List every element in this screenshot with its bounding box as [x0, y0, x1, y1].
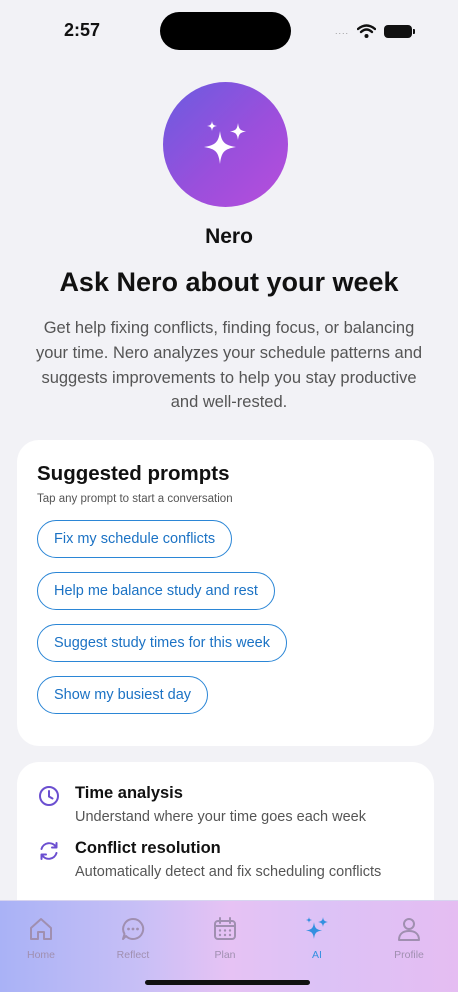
ai-assistant-screen: 2:57 .... Nero Ask Nero about your week …: [0, 0, 458, 992]
prompt-busiest-day[interactable]: Show my busiest day: [37, 676, 209, 714]
suggested-prompts-card: Suggested prompts Tap any prompt to star…: [17, 440, 434, 746]
suggested-prompts-hint: Tap any prompt to start a conversation: [37, 493, 233, 505]
tab-label: Reflect: [116, 949, 150, 961]
tab-label: Plan: [214, 949, 236, 961]
sparkles-icon: [306, 917, 328, 939]
status-time: 2:57: [64, 20, 101, 40]
tab-label: Profile: [394, 949, 424, 961]
suggested-prompts-title: Suggested prompts: [37, 462, 230, 485]
refresh-icon: [40, 842, 58, 860]
person-icon: [398, 918, 420, 941]
prompt-balance-study-rest[interactable]: Help me balance study and rest: [37, 572, 275, 610]
home-icon: [30, 918, 52, 940]
tab-bar: Home Reflect Plan AI Profile: [0, 900, 458, 992]
feature-title: Time analysis: [75, 784, 183, 802]
feature-description: Automatically detect and fix scheduling …: [75, 864, 382, 880]
status-bar: 2:57 ....: [0, 0, 458, 62]
tab-reflect[interactable]: Reflect: [98, 915, 168, 961]
dynamic-island: [160, 12, 291, 50]
assistant-name: Nero: [205, 225, 253, 248]
clock-icon: [39, 786, 59, 806]
status-icons: ....: [334, 24, 415, 38]
tab-label: Home: [26, 949, 55, 961]
wifi-icon: [357, 24, 376, 38]
feature-conflict-resolution: Conflict resolution Automatically detect…: [37, 839, 414, 880]
chat-bubble-icon: [122, 917, 145, 940]
tab-label: AI: [312, 949, 322, 961]
prompt-suggest-study-times[interactable]: Suggest study times for this week: [37, 624, 287, 662]
feature-title: Conflict resolution: [75, 839, 221, 857]
feature-time-analysis: Time analysis Understand where your time…: [37, 784, 414, 825]
feature-description: Understand where your time goes each wee…: [75, 809, 366, 825]
tab-profile[interactable]: Profile: [374, 915, 444, 961]
calendar-icon: [214, 917, 236, 940]
battery-icon: [384, 24, 415, 38]
page-title: Ask Nero about your week: [59, 267, 399, 297]
page-subtitle: Get help fixing conflicts, finding focus…: [35, 319, 423, 412]
tab-home[interactable]: Home: [6, 915, 76, 961]
sparkles-icon: [203, 120, 246, 164]
tab-plan[interactable]: Plan: [190, 915, 260, 961]
home-indicator[interactable]: [145, 980, 310, 985]
tab-ai[interactable]: AI: [282, 915, 352, 961]
prompt-fix-conflicts[interactable]: Fix my schedule conflicts: [37, 520, 233, 558]
prompt-list: Fix my schedule conflicts Help me balanc…: [37, 520, 414, 714]
assistant-avatar: [163, 82, 288, 207]
cellular-signal-icon: ....: [334, 26, 349, 36]
